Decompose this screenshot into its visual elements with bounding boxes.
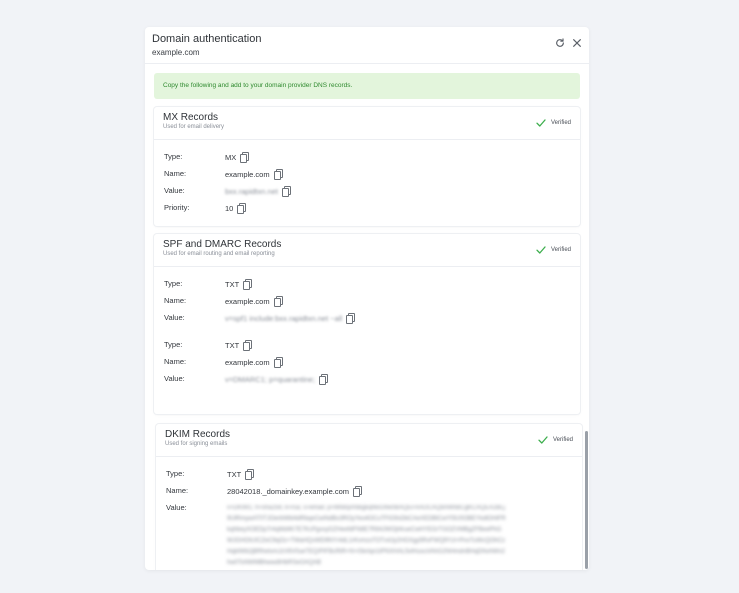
verified-status: Verified: [536, 245, 571, 255]
dkim-records-card: DKIM Records Used for signing emails Ver…: [156, 424, 582, 570]
copy-icon[interactable]: [281, 186, 291, 197]
check-icon: [536, 119, 546, 127]
copy-icon[interactable]: [346, 313, 356, 324]
card-title: MX Records: [163, 112, 219, 123]
card-subtitle: Used for email routing and email reporti…: [163, 251, 275, 257]
check-icon: [536, 246, 546, 254]
modal-title: Domain authentication: [152, 33, 262, 45]
scrollbar-thumb[interactable]: [585, 431, 588, 569]
close-icon[interactable]: [570, 36, 584, 50]
verified-status: Verified: [536, 118, 571, 128]
type-value: MX: [225, 152, 237, 162]
type-label: Type:: [164, 279, 183, 288]
name-label: Name:: [164, 169, 187, 178]
record-value: v=DMARC1; p=quarantine;: [225, 374, 316, 384]
type-value: TXT: [225, 279, 240, 289]
name-value: 28042018._domainkey.example.com: [227, 486, 350, 496]
domain-authentication-modal: Domain authentication example.com Copy t…: [145, 27, 589, 570]
card-subtitle: Used for email delivery: [163, 124, 225, 130]
record-value: v=spf1 include:bxx.rapidtxn.net ~all: [225, 313, 343, 323]
modal-header: Domain authentication example.com: [145, 27, 589, 64]
records-scroll-area[interactable]: Copy the following and add to your domai…: [145, 65, 589, 570]
verified-label: Verified: [552, 437, 573, 443]
verified-status: Verified: [538, 435, 573, 445]
value-label: Value:: [166, 503, 187, 512]
copy-icon[interactable]: [353, 486, 363, 497]
copy-icon[interactable]: [319, 374, 329, 385]
check-icon: [538, 436, 548, 444]
copy-icon[interactable]: [273, 169, 283, 180]
copy-icon[interactable]: [243, 340, 253, 351]
verified-label: Verified: [550, 120, 571, 126]
value-label: Value:: [164, 374, 185, 383]
name-label: Name:: [164, 357, 187, 366]
verified-label: Verified: [550, 247, 571, 253]
instruction-banner: Copy the following and add to your domai…: [154, 73, 580, 99]
type-value: TXT: [225, 340, 240, 350]
card-title: DKIM Records: [165, 429, 231, 440]
value-label: Value:: [164, 313, 185, 322]
copy-icon[interactable]: [273, 357, 283, 368]
copy-icon[interactable]: [240, 152, 250, 163]
card-header: SPF and DMARC Records Used for email rou…: [154, 234, 580, 267]
card-header: MX Records Used for email delivery Verif…: [154, 107, 580, 140]
card-subtitle: Used for signing emails: [165, 441, 228, 447]
spf-dmarc-records-card: SPF and DMARC Records Used for email rou…: [154, 234, 580, 414]
refresh-icon[interactable]: [553, 36, 567, 50]
name-label: Name:: [166, 486, 189, 495]
copy-icon[interactable]: [237, 203, 247, 214]
type-label: Type:: [164, 152, 183, 161]
priority-value: 10: [225, 203, 234, 213]
record-value: bxx.rapidtxn.net: [225, 186, 278, 196]
type-label: Type:: [164, 340, 183, 349]
name-value: example.com: [225, 169, 270, 179]
copy-icon[interactable]: [273, 296, 283, 307]
type-value: TXT: [227, 469, 242, 479]
priority-label: Priority:: [164, 203, 190, 212]
domain-name: example.com: [152, 48, 200, 57]
card-title: SPF and DMARC Records: [163, 239, 282, 250]
mx-records-card: MX Records Used for email delivery Verif…: [154, 107, 580, 226]
record-value: v=DKIM1; h=sha256; k=rsa; s=email; p=MII…: [227, 505, 506, 566]
copy-icon[interactable]: [243, 279, 253, 290]
type-label: Type:: [166, 469, 185, 478]
card-header: DKIM Records Used for signing emails Ver…: [156, 424, 582, 457]
name-label: Name:: [164, 296, 187, 305]
name-value: example.com: [225, 357, 270, 367]
copy-icon[interactable]: [245, 469, 255, 480]
name-value: example.com: [225, 296, 270, 306]
value-label: Value:: [164, 186, 185, 195]
